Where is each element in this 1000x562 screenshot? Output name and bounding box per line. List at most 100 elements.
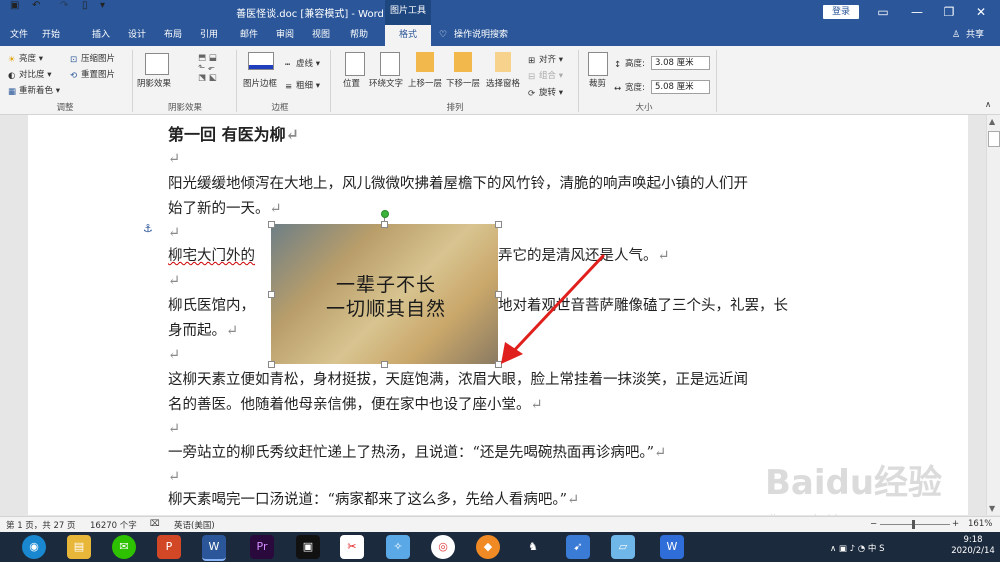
tab-design[interactable]: 设计 bbox=[122, 25, 152, 46]
screenshot-tool-icon[interactable]: ✂ bbox=[340, 535, 364, 559]
minimize-icon[interactable]: — bbox=[902, 3, 932, 21]
chrome-icon[interactable]: ◎ bbox=[431, 535, 455, 559]
tab-layout[interactable]: 布局 bbox=[158, 25, 188, 46]
height-label: ↕ 高度: bbox=[614, 57, 645, 70]
zoom-level[interactable]: 161% bbox=[968, 519, 992, 529]
shadow-nudge-icons[interactable]: ⬒ ⬓ ⬑ ⬐ ⬔ ⬕ bbox=[198, 53, 217, 83]
maximize-icon[interactable]: ❐ bbox=[934, 3, 964, 21]
heading-text: 第一回 有医为柳 bbox=[168, 125, 286, 144]
word-count[interactable]: 16270 个字 bbox=[90, 519, 137, 531]
wps-icon[interactable]: W bbox=[660, 535, 684, 559]
send-backward-button[interactable]: 下移一层 bbox=[446, 77, 480, 89]
media-app-icon[interactable]: ◆ bbox=[476, 535, 500, 559]
ribbon-display-icon[interactable]: ▭ bbox=[868, 3, 898, 21]
height-input[interactable]: 3.08 厘米 bbox=[651, 56, 710, 70]
file-explorer-icon[interactable]: ▤ bbox=[67, 535, 91, 559]
scrollbar-thumb[interactable] bbox=[988, 131, 1000, 147]
paragraph-mark: ↵ bbox=[657, 248, 670, 264]
tray-icons[interactable]: ∧ ▣ ♪ ◔ 中 S bbox=[830, 542, 885, 554]
premiere-icon[interactable]: Pr bbox=[250, 535, 274, 559]
resize-handle[interactable] bbox=[381, 361, 388, 368]
browser-icon[interactable]: ◉ bbox=[22, 535, 46, 559]
position-icon[interactable] bbox=[345, 52, 365, 76]
bring-forward-icon[interactable] bbox=[416, 52, 434, 72]
dashes-label: 虚线 bbox=[296, 59, 314, 69]
language-indicator[interactable]: 英语(美国) bbox=[174, 519, 215, 531]
recolor-button[interactable]: ▦ 重新着色 ▾ bbox=[8, 84, 60, 97]
paragraph-text: 柳宅大门外的 bbox=[168, 248, 255, 264]
resize-handle[interactable] bbox=[268, 361, 275, 368]
rotate-button[interactable]: ⟳ 旋转 ▾ bbox=[528, 86, 563, 99]
shadow-effects-icon[interactable] bbox=[145, 53, 169, 75]
proofing-icon[interactable]: ⌧ bbox=[150, 519, 160, 529]
align-button[interactable]: ⊞ 对齐 ▾ bbox=[528, 53, 563, 66]
compress-icon: ⊡ bbox=[70, 54, 78, 65]
wrap-text-icon[interactable] bbox=[380, 52, 400, 76]
tab-help[interactable]: 帮助 bbox=[344, 25, 374, 46]
width-label: ↔ 宽度: bbox=[614, 81, 645, 94]
reset-label: 重置图片 bbox=[81, 70, 116, 80]
tab-file[interactable]: 文件 bbox=[4, 25, 34, 46]
page-count[interactable]: 第 1 页，共 27 页 bbox=[6, 519, 76, 531]
selection-pane-button[interactable]: 选择窗格 bbox=[486, 77, 520, 89]
group-icon: ⊟ bbox=[528, 71, 536, 82]
compress-pictures-button[interactable]: ⊡ 压缩图片 bbox=[70, 52, 115, 65]
picture-border-icon[interactable] bbox=[248, 52, 274, 70]
send-backward-icon[interactable] bbox=[454, 52, 472, 72]
tab-home[interactable]: 开始 bbox=[36, 25, 66, 46]
zoom-slider[interactable] bbox=[880, 524, 950, 525]
zoom-out-icon[interactable]: − bbox=[870, 519, 877, 529]
scroll-down-icon[interactable]: ▼ bbox=[989, 504, 995, 513]
contrast-button[interactable]: ◐ 对比度 ▾ bbox=[8, 68, 51, 81]
resize-handle[interactable] bbox=[381, 221, 388, 228]
word-icon[interactable]: W bbox=[202, 535, 226, 561]
tab-insert[interactable]: 插入 bbox=[86, 25, 116, 46]
resize-handle[interactable] bbox=[268, 221, 275, 228]
zoom-slider-thumb[interactable] bbox=[912, 520, 915, 529]
tab-references[interactable]: 引用 bbox=[194, 25, 224, 46]
powerpoint-icon[interactable]: P bbox=[157, 535, 181, 559]
rotation-handle[interactable] bbox=[381, 210, 389, 218]
crop-button[interactable]: 裁剪 bbox=[589, 77, 606, 89]
width-label-text: 宽度: bbox=[625, 83, 645, 93]
resize-handle[interactable] bbox=[268, 291, 275, 298]
tab-review[interactable]: 审阅 bbox=[270, 25, 300, 46]
wrap-text-button[interactable]: 环绕文字 bbox=[369, 77, 403, 89]
resize-handle[interactable] bbox=[495, 221, 502, 228]
selection-pane-icon[interactable] bbox=[495, 52, 511, 72]
notes-app-icon[interactable]: ▱ bbox=[611, 535, 635, 559]
close-icon[interactable]: ✕ bbox=[966, 3, 996, 21]
crop-icon[interactable] bbox=[588, 52, 608, 76]
dashes-button[interactable]: ┅ 虚线 ▾ bbox=[285, 57, 320, 70]
brightness-button[interactable]: ☀ 亮度 ▾ bbox=[8, 52, 43, 65]
clock[interactable]: 9:18 2020/2/14 bbox=[950, 535, 996, 557]
bring-forward-button[interactable]: 上移一层 bbox=[408, 77, 442, 89]
tab-view[interactable]: 视图 bbox=[306, 25, 336, 46]
bird-app-icon[interactable]: ✧ bbox=[386, 535, 410, 559]
width-icon: ↔ bbox=[614, 83, 622, 94]
shadow-group-label: 阴影效果 bbox=[167, 103, 202, 113]
zoom-in-icon[interactable]: + bbox=[952, 519, 959, 529]
video-player-icon[interactable]: ▣ bbox=[296, 535, 320, 559]
login-button[interactable]: 登录 bbox=[823, 5, 859, 19]
shadow-effects-button[interactable]: 阴影效果 bbox=[137, 77, 171, 89]
tab-format[interactable]: 格式 bbox=[385, 25, 431, 46]
wechat-icon[interactable]: ✉ bbox=[112, 535, 136, 559]
group-button[interactable]: ⊟ 组合 ▾ bbox=[528, 69, 563, 82]
share-button[interactable]: 共享 bbox=[963, 25, 987, 46]
tell-me-search[interactable]: 操作说明搜索 bbox=[454, 25, 516, 46]
picture-border-button[interactable]: 图片边框 bbox=[243, 77, 277, 89]
collapse-ribbon-icon[interactable]: ∧ bbox=[985, 100, 991, 110]
position-button[interactable]: 位置 bbox=[343, 77, 360, 89]
paragraph-text: 阳光缓缓地倾泻在大地上，风儿微微吹拂着屋檐下的风竹铃，清脆的响声唤起小镇的人们开 bbox=[168, 176, 748, 192]
scroll-up-icon[interactable]: ▲ bbox=[989, 117, 995, 126]
width-input[interactable]: 5.08 厘米 bbox=[651, 80, 710, 94]
weight-button[interactable]: ≡ 粗细 ▾ bbox=[285, 79, 320, 92]
feishu-icon[interactable]: ➹ bbox=[566, 535, 590, 559]
clock-date: 2020/2/14 bbox=[951, 546, 995, 556]
reset-picture-button[interactable]: ⟲ 重置图片 bbox=[70, 68, 116, 81]
qq-icon[interactable]: ♞ bbox=[521, 535, 545, 559]
tab-mailings[interactable]: 邮件 bbox=[234, 25, 264, 46]
ribbon-separator bbox=[132, 50, 133, 112]
vertical-scrollbar[interactable] bbox=[986, 115, 1000, 515]
